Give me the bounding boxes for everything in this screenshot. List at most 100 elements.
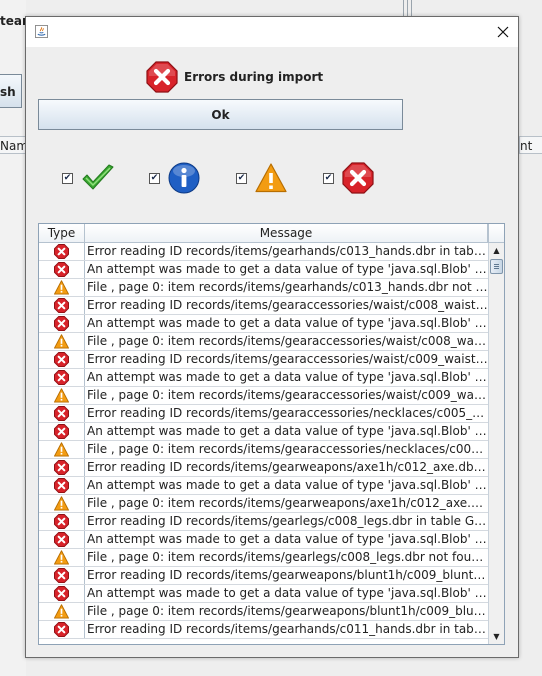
warning-icon	[54, 388, 69, 403]
type-cell	[39, 387, 85, 404]
type-cell	[39, 441, 85, 458]
message-cell: File , page 0: item records/items/gearle…	[87, 550, 488, 564]
filter-error-checkbox[interactable]: ✔	[323, 172, 334, 184]
type-cell	[39, 531, 85, 548]
background-divider	[407, 0, 408, 16]
message-cell: File , page 0: item records/items/gearha…	[87, 280, 488, 294]
message-cell: File , page 0: item records/items/gearac…	[87, 442, 488, 456]
table-row[interactable]: An attempt was made to get a data value …	[39, 423, 488, 441]
table-row[interactable]: Error reading ID records/items/gearacces…	[39, 405, 488, 423]
table-row[interactable]: File , page 0: item records/items/gearle…	[39, 549, 488, 567]
type-cell	[39, 603, 85, 620]
filter-error[interactable]: ✔	[323, 161, 374, 195]
column-header-type[interactable]: Type	[39, 224, 85, 242]
check-icon	[82, 164, 114, 190]
table-row[interactable]: File , page 0: item records/items/gearha…	[39, 279, 488, 297]
table-row[interactable]: Error reading ID records/items/gearhands…	[39, 243, 488, 261]
type-cell	[39, 351, 85, 368]
column-header-message[interactable]: Message	[85, 224, 488, 242]
error-icon	[54, 568, 69, 583]
dialog-titlebar	[26, 17, 518, 47]
type-cell	[39, 459, 85, 476]
type-cell	[39, 495, 85, 512]
table-row[interactable]: File , page 0: item records/items/gearac…	[39, 387, 488, 405]
message-cell: Error reading ID records/items/gearacces…	[87, 352, 488, 366]
filter-warning-checkbox[interactable]: ✔	[236, 172, 247, 184]
warning-icon	[54, 604, 69, 619]
type-cell	[39, 423, 85, 440]
type-cell	[39, 261, 85, 278]
type-cell	[39, 477, 85, 494]
scroll-down-button[interactable]: ▼	[489, 629, 504, 644]
error-icon	[146, 61, 178, 93]
background-divider	[403, 0, 404, 16]
type-cell	[39, 567, 85, 584]
message-cell: Error reading ID records/items/gearhands…	[87, 244, 488, 258]
type-cell	[39, 333, 85, 350]
error-icon	[54, 460, 69, 475]
background-divider	[411, 0, 412, 16]
table-row[interactable]: File , page 0: item records/items/gearwe…	[39, 603, 488, 621]
ok-button[interactable]: Ok	[38, 99, 403, 130]
message-cell: File , page 0: item records/items/gearwe…	[87, 496, 488, 510]
vertical-scrollbar[interactable]: ▲ ▼	[488, 243, 504, 644]
warning-icon	[54, 280, 69, 295]
type-cell	[39, 297, 85, 314]
table-row[interactable]: An attempt was made to get a data value …	[39, 315, 488, 333]
table-row[interactable]: File , page 0: item records/items/gearac…	[39, 333, 488, 351]
type-cell	[39, 549, 85, 566]
error-icon	[54, 478, 69, 493]
table-row[interactable]: Error reading ID records/items/gearweapo…	[39, 567, 488, 585]
table-row[interactable]: An attempt was made to get a data value …	[39, 477, 488, 495]
table-row[interactable]: Error reading ID records/items/gearlegs/…	[39, 513, 488, 531]
table-row[interactable]: An attempt was made to get a data value …	[39, 369, 488, 387]
table-header: Type Message	[39, 224, 488, 243]
filter-info[interactable]: ✔	[149, 161, 200, 195]
message-cell: Error reading ID records/items/gearacces…	[87, 298, 488, 312]
java-app-icon	[35, 25, 48, 38]
messages-table: Type Message Error reading ID records/it…	[38, 223, 505, 645]
type-cell	[39, 621, 85, 638]
message-cell: An attempt was made to get a data value …	[87, 370, 488, 384]
message-cell: An attempt was made to get a data value …	[87, 424, 488, 438]
type-cell	[39, 243, 85, 260]
filter-check[interactable]: ✔	[62, 161, 115, 195]
error-icon	[54, 352, 69, 367]
table-body: Error reading ID records/items/gearhands…	[39, 243, 488, 639]
info-icon	[168, 162, 200, 194]
message-cell: Error reading ID records/items/gearacces…	[87, 406, 488, 420]
table-row[interactable]: Error reading ID records/items/gearacces…	[39, 297, 488, 315]
table-row[interactable]: An attempt was made to get a data value …	[39, 531, 488, 549]
scroll-up-button[interactable]: ▲	[489, 243, 504, 258]
scrollbar-thumb[interactable]	[490, 259, 503, 274]
message-cell: Error reading ID records/items/gearweapo…	[87, 460, 488, 474]
error-icon	[54, 586, 69, 601]
type-cell	[39, 369, 85, 386]
table-row[interactable]: File , page 0: item records/items/gearwe…	[39, 495, 488, 513]
error-icon	[54, 370, 69, 385]
background-column-header-right: nt	[519, 136, 542, 154]
warning-icon	[54, 334, 69, 349]
message-cell: An attempt was made to get a data value …	[87, 478, 488, 492]
table-row[interactable]: Error reading ID records/items/gearweapo…	[39, 459, 488, 477]
table-row[interactable]: File , page 0: item records/items/gearac…	[39, 441, 488, 459]
table-row[interactable]: An attempt was made to get a data value …	[39, 261, 488, 279]
background-button-fragment[interactable]: sh	[0, 74, 22, 108]
error-icon	[54, 244, 69, 259]
error-icon	[54, 532, 69, 547]
message-cell: Error reading ID records/items/gearhands…	[87, 622, 488, 636]
table-row[interactable]: Error reading ID records/items/gearhands…	[39, 621, 488, 639]
warning-icon	[54, 550, 69, 565]
filter-warning[interactable]: ✔	[236, 161, 287, 195]
filter-check-checkbox[interactable]: ✔	[62, 172, 73, 184]
error-icon	[54, 316, 69, 331]
filter-info-checkbox[interactable]: ✔	[149, 172, 160, 184]
table-row[interactable]: An attempt was made to get a data value …	[39, 585, 488, 603]
warning-icon	[54, 496, 69, 511]
type-cell	[39, 513, 85, 530]
close-icon	[497, 26, 509, 38]
message-cell: Error reading ID records/items/gearlegs/…	[87, 514, 488, 528]
message-cell: File , page 0: item records/items/gearac…	[87, 388, 488, 402]
table-row[interactable]: Error reading ID records/items/gearacces…	[39, 351, 488, 369]
close-button[interactable]	[490, 19, 516, 45]
